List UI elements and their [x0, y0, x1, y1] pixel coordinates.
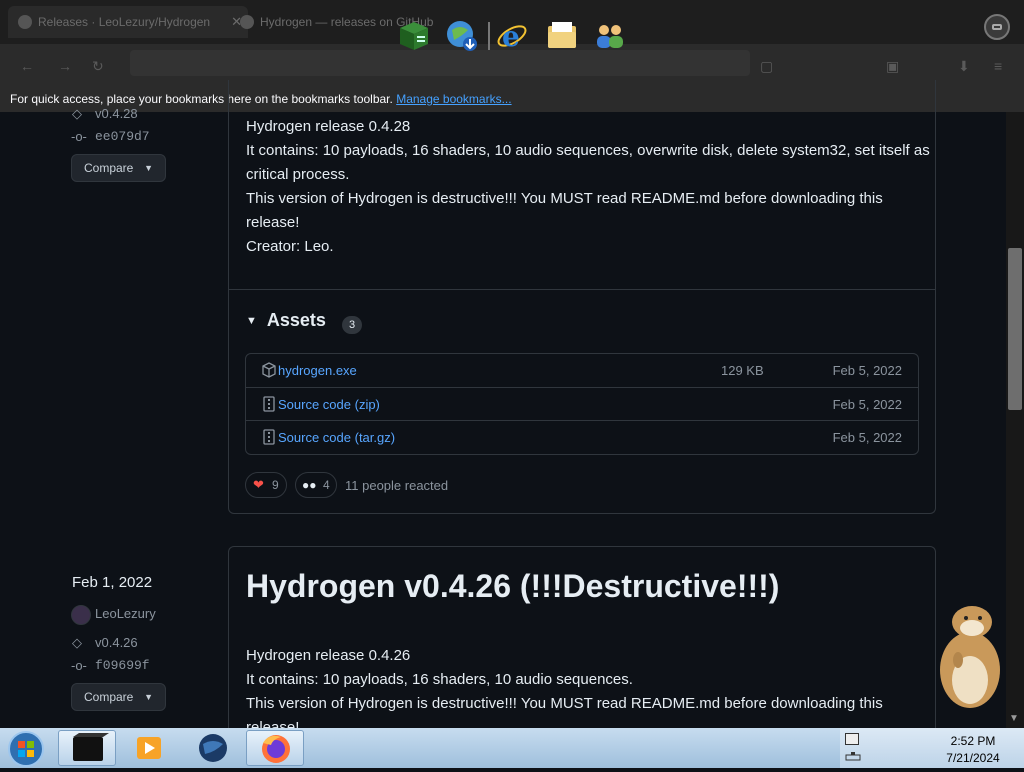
- scroll-down-icon[interactable]: ▼: [1009, 713, 1019, 724]
- start-button[interactable]: [6, 730, 46, 768]
- icon-dock: e: [388, 14, 638, 58]
- release-2-author[interactable]: LeoLezury: [95, 606, 156, 621]
- firefox-icon: [262, 735, 290, 763]
- compare-label: Compare: [84, 690, 134, 704]
- browser-tab-1[interactable]: Releases · LeoLezury/Hydrogen ✕: [8, 6, 248, 38]
- body-line: This version of Hydrogen is destructive!…: [246, 190, 883, 231]
- clock-date[interactable]: 7/21/2024: [940, 751, 1006, 765]
- reacted-summary: 11 people reacted: [345, 478, 449, 493]
- release-1-commit[interactable]: ee079d7: [95, 129, 150, 144]
- terminal-icon: [73, 733, 109, 761]
- asset-size: 129 KB: [721, 363, 764, 378]
- pocket-icon[interactable]: ▢: [760, 58, 773, 75]
- downloads-icon[interactable]: ⬇: [958, 58, 970, 75]
- release-2-tag[interactable]: v0.4.26: [95, 635, 138, 650]
- avatar: [71, 605, 91, 625]
- documents-folder-icon[interactable]: [544, 18, 580, 54]
- reaction-eyes-button[interactable]: ●● 4: [295, 472, 337, 498]
- scrollbar-thumb[interactable]: [1008, 248, 1022, 410]
- asset-row: hydrogen.exe 129 KB Feb 5, 2022: [246, 354, 918, 387]
- menu-icon[interactable]: ≡: [994, 58, 1002, 74]
- asset-suffix: (tar.gz): [351, 430, 396, 445]
- body-line: Creator: Leo.: [246, 238, 334, 255]
- body-line: Hydrogen release 0.4.26: [246, 647, 411, 664]
- taskbar-app-firefox[interactable]: [246, 730, 304, 766]
- chevron-down-icon: ▼: [144, 163, 153, 173]
- desktop-pet-hamster[interactable]: [928, 600, 1008, 710]
- media-player-icon: [137, 737, 161, 759]
- release-1-body: Hydrogen release 0.4.28 It contains: 10 …: [246, 115, 936, 259]
- asset-suffix: (zip): [351, 397, 380, 412]
- asset-row: Source code (tar.gz) Feb 5, 2022: [246, 420, 918, 454]
- triangle-down-icon: ▼: [246, 315, 257, 327]
- asset-row: Source code (zip) Feb 5, 2022: [246, 387, 918, 421]
- svg-text:e: e: [502, 20, 520, 53]
- compare-label: Compare: [84, 161, 134, 175]
- taskbar-app-globe[interactable]: [184, 730, 242, 766]
- asset-link-hydrogen-exe[interactable]: hydrogen.exe: [278, 363, 357, 378]
- page-icon: [240, 15, 254, 29]
- extensions-icon[interactable]: ▣: [886, 58, 899, 75]
- forward-icon[interactable]: →: [58, 58, 72, 74]
- internet-explorer-icon[interactable]: e: [494, 18, 530, 54]
- registry-editor-icon[interactable]: [396, 18, 432, 54]
- back-icon[interactable]: ←: [20, 58, 34, 74]
- chevron-down-icon: ▼: [144, 692, 153, 702]
- network-icon[interactable]: [845, 752, 861, 762]
- github-icon: [18, 15, 32, 29]
- asset-name: Source code: [278, 430, 351, 445]
- action-center-icon[interactable]: [845, 733, 859, 745]
- reaction-heart-button[interactable]: ❤ 9: [245, 472, 287, 498]
- assets-toggle[interactable]: ▼ Assets: [246, 310, 326, 331]
- globe-icon: [199, 734, 227, 762]
- asset-date: Feb 5, 2022: [832, 397, 902, 412]
- release-1-tag[interactable]: v0.4.28: [95, 106, 138, 121]
- asset-name: hydrogen.exe: [278, 363, 357, 378]
- compare-button[interactable]: Compare ▼: [71, 154, 166, 182]
- body-line: This version of Hydrogen is destructive!…: [246, 695, 883, 728]
- heart-icon: ❤: [253, 477, 264, 492]
- asset-date: Feb 5, 2022: [832, 430, 902, 445]
- assets-label: Assets: [266, 310, 326, 330]
- clock-time[interactable]: 2:52 PM: [940, 734, 1006, 748]
- assets-count-badge: 3: [342, 316, 362, 334]
- assets-list: hydrogen.exe 129 KB Feb 5, 2022 Source c…: [245, 353, 919, 455]
- file-zip-icon: [263, 396, 275, 412]
- eyes-icon: ●●: [302, 478, 317, 492]
- release-2-date: Feb 1, 2022: [72, 574, 153, 591]
- taskbar-app-terminal[interactable]: [58, 730, 116, 766]
- assets-divider: [229, 289, 935, 290]
- tag-icon: ◇: [72, 106, 82, 121]
- release-2-body: Hydrogen release 0.4.26 It contains: 10 …: [246, 644, 936, 728]
- file-zip-icon: [263, 429, 275, 445]
- release-2-commit[interactable]: f09699f: [95, 658, 150, 673]
- account-icon[interactable]: [984, 14, 1010, 40]
- package-icon: [262, 362, 276, 378]
- scrollbar-track[interactable]: [1006, 112, 1024, 732]
- compare-button[interactable]: Compare ▼: [71, 683, 166, 711]
- reload-icon[interactable]: ↻: [92, 58, 104, 75]
- asset-name: Source code: [278, 397, 351, 412]
- commit-icon: -o-: [71, 129, 87, 144]
- dock-separator: [488, 22, 490, 50]
- asset-link-source-zip[interactable]: Source code (zip): [278, 397, 380, 412]
- release-2-title[interactable]: Hydrogen v0.4.26 (!!!Destructive!!!): [246, 568, 779, 605]
- reaction-count: 4: [323, 478, 330, 492]
- asset-date: Feb 5, 2022: [832, 363, 902, 378]
- users-icon[interactable]: [592, 18, 628, 54]
- asset-link-source-targz[interactable]: Source code (tar.gz): [278, 430, 395, 445]
- taskbar-app-media-player[interactable]: [120, 730, 178, 766]
- reaction-count: 9: [272, 478, 279, 492]
- globe-download-icon[interactable]: [444, 18, 480, 54]
- body-line: It contains: 10 payloads, 16 shaders, 10…: [246, 142, 930, 183]
- body-line: Hydrogen release 0.4.28: [246, 118, 411, 135]
- body-line: It contains: 10 payloads, 16 shaders, 10…: [246, 671, 633, 688]
- commit-icon: -o-: [71, 658, 87, 673]
- tab-label: Releases · LeoLezury/Hydrogen: [38, 15, 211, 29]
- tag-icon: ◇: [72, 635, 82, 650]
